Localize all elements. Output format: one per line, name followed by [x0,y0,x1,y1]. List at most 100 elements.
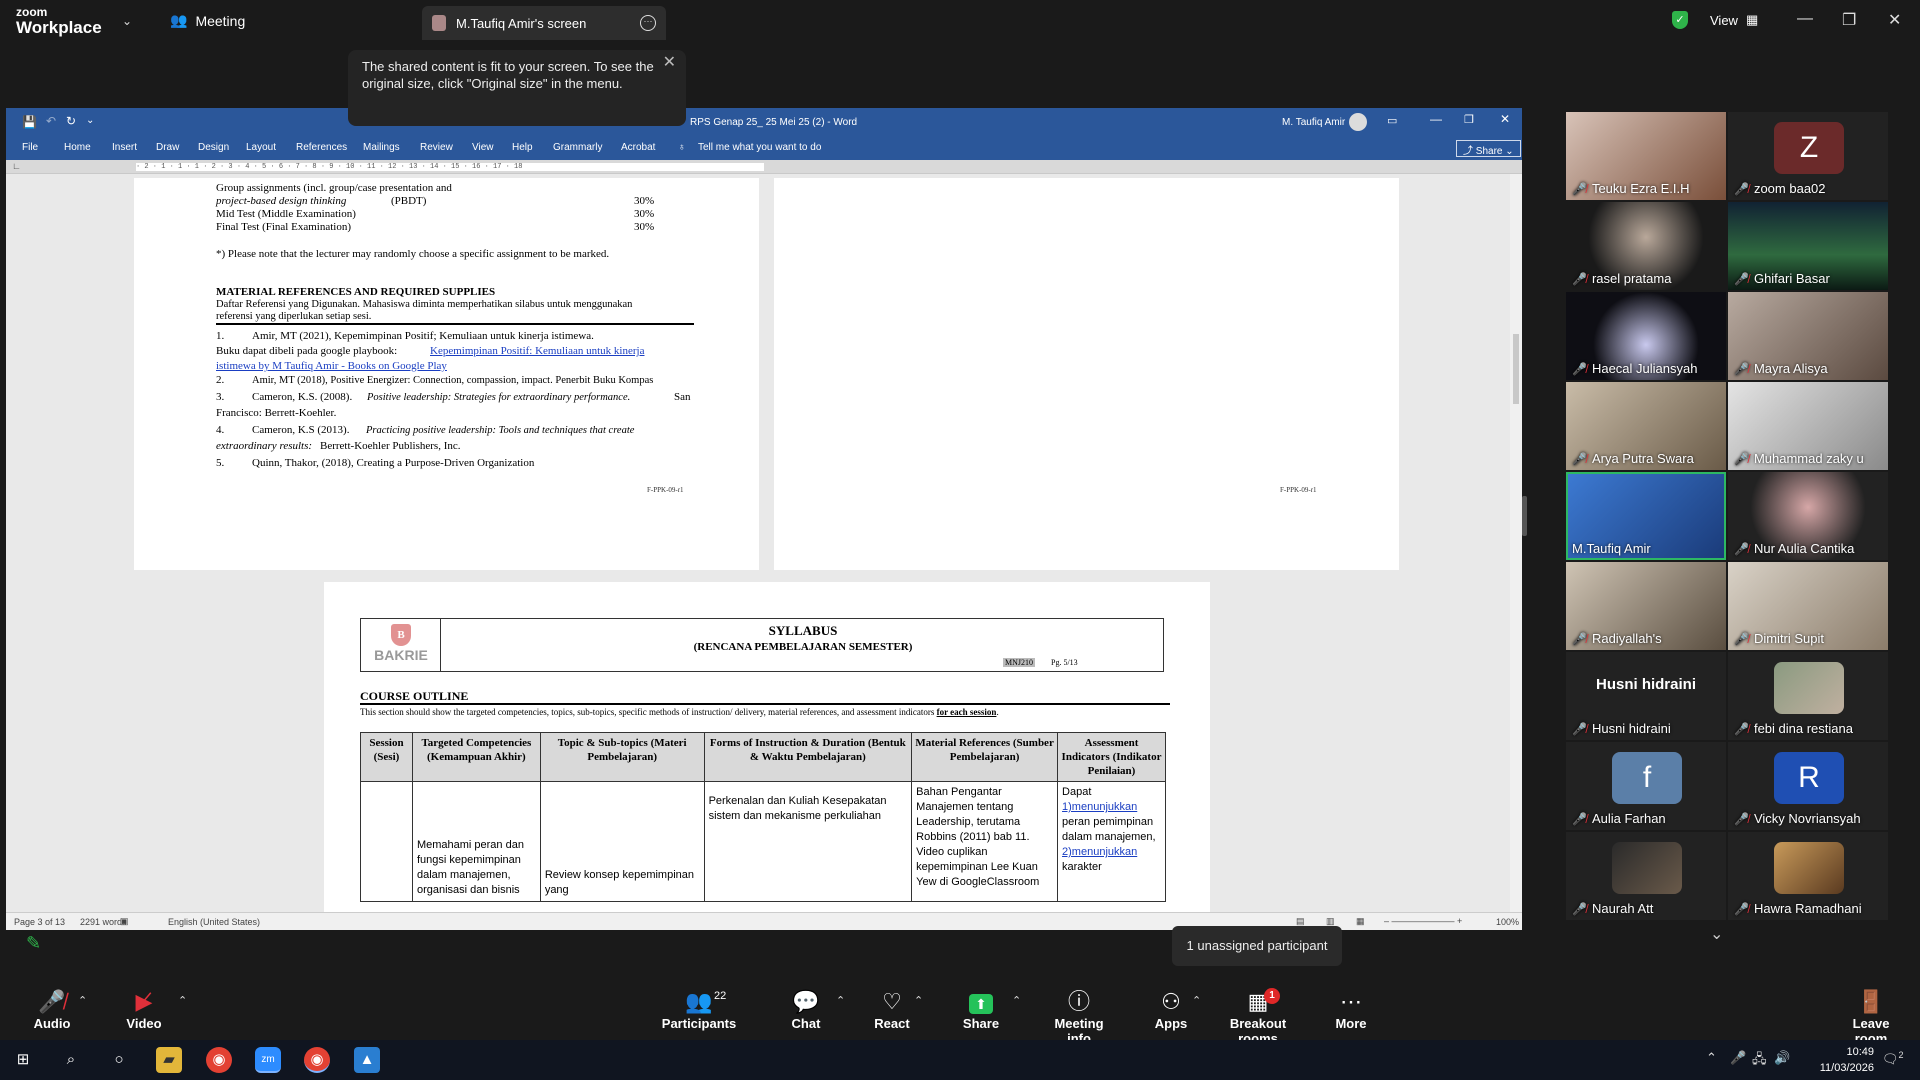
apps-button[interactable]: ⚇ Apps [1152,988,1190,1031]
notifications-icon[interactable]: 🗨2 [1882,1050,1904,1067]
video-options-caret-icon[interactable]: ⌃ [178,994,187,1007]
muted-mic-icon: 🎤̸ [1734,901,1749,916]
audio-options-caret-icon[interactable]: ⌃ [78,994,87,1007]
close-icon[interactable]: ✕ [1888,10,1901,30]
muted-mic-icon: 🎤̸ [1572,811,1587,826]
brand-line1: zoom [16,5,48,19]
network-icon[interactable]: 🖧 [1752,1050,1767,1072]
participant-big-name: Husni hidraini [1595,676,1696,693]
participants-label: Participants [661,1016,737,1031]
chrome-icon[interactable]: ◉ [206,1047,232,1073]
video-tile[interactable]: 🎤̸ Teuku Ezra E.I.H [1566,112,1726,200]
participant-avatar [1774,842,1844,894]
participant-name: Haecal Juliansyah [1591,361,1698,376]
view-button[interactable]: View ▦ [1710,12,1758,28]
video-tile[interactable]: 🎤̸ Ghifari Basar [1728,202,1888,290]
muted-mic-icon: 🎤̸ [1734,811,1749,826]
video-label: Video [126,1016,162,1031]
unassigned-participant-notice[interactable]: 1 unassigned participant [1172,926,1342,966]
shared-screen-tab[interactable]: M.Taufiq Amir's screen ··· [422,6,666,40]
video-tile[interactable]: Husni hidraini 🎤̸ Husni hidraini [1566,652,1726,740]
ref-1-link-line2: istimewa by M Taufiq Amir - Books on Goo… [216,360,447,372]
video-tile[interactable]: 🎤̸ Dimitri Supit [1728,562,1888,650]
photos-icon[interactable]: ▲ [354,1047,380,1073]
ref-2-text: Amir, MT (2018), Positive Energizer: Con… [252,375,654,386]
ribbon-tab-home: Home [64,142,91,153]
zoom-workplace-logo[interactable]: zoom Workplace [16,6,102,36]
video-tile[interactable]: 🎤̸ Haecal Juliansyah [1566,292,1726,380]
volume-icon[interactable]: 🔊 [1774,1050,1790,1066]
apps-icon: ⚇ [1161,989,1181,1014]
word-user-name: M. Taufiq Amir [1282,117,1346,128]
encryption-shield-icon[interactable]: ✓ [1672,11,1688,29]
video-tile[interactable]: 🎤̸ rasel pratama [1566,202,1726,290]
muted-mic-icon: 🎤̸ [1572,361,1587,376]
chat-button[interactable]: 💬 Chat [786,988,826,1031]
react-options-caret-icon[interactable]: ⌃ [914,994,923,1007]
document-page-syllabus: B BAKRIE SYLLABUS (RENCANA PEMBELAJARAN … [324,582,1210,922]
audio-button[interactable]: 🎤̸ Audio [30,988,74,1031]
ref-3-author: Cameron, K.S. (2008). [252,391,353,403]
presenter-avatar [432,15,446,31]
video-tile[interactable]: 🎤̸ Mayra Alisya [1728,292,1888,380]
word-minimize-icon: — [1430,112,1442,126]
meeting-controls-toolbar: 🎤̸ Audio ⌃ ▶̸ Video ⌃ 👥 22 Participants … [0,980,1920,1046]
grid-view-icon: ▦ [1745,12,1759,27]
people-icon: 👥 [170,12,188,28]
breakout-rooms-button[interactable]: ▦ 1 Breakout rooms [1214,988,1302,1046]
share-options-caret-icon[interactable]: ⌃ [1012,994,1021,1007]
close-tooltip-icon[interactable]: ✕ [663,54,676,71]
ruler-scale: · 2 · 1 · 1 · 1 · 2 · 3 · 4 · 5 · 6 · 7 … [136,163,764,171]
microphone-tray-icon[interactable]: 🎤 [1730,1050,1746,1066]
annotate-pen-icon[interactable]: ✎ [26,933,41,954]
chrome-profile-icon[interactable]: ◉ [304,1047,330,1073]
chevron-down-icon[interactable]: ⌄ [122,14,132,28]
assessment-link-1: 1)menunjukkan [1062,801,1138,813]
search-icon[interactable]: ⌕ [58,1047,84,1073]
windows-start-icon[interactable]: ⊞ [10,1047,36,1073]
chevron-down-icon[interactable]: ⌄ [1710,924,1723,944]
video-tile[interactable]: 🎤̸ Arya Putra Swara [1566,382,1726,470]
video-tile[interactable]: f 🎤̸ Aulia Farhan [1566,742,1726,830]
leave-room-button[interactable]: 🚪 Leave room [1838,988,1904,1046]
more-options-icon[interactable]: ··· [640,15,656,31]
video-tile[interactable]: 🎤̸ Radiyallah's [1566,562,1726,650]
share-button[interactable]: ⬆ Share [960,988,1002,1031]
cortana-icon[interactable]: ○ [106,1047,132,1073]
video-tile[interactable]: 🎤̸ Hawra Ramadhani [1728,832,1888,920]
video-tile[interactable]: 🎤̸ Muhammad zaky u [1728,382,1888,470]
lightbulb-icon: ♁ [678,142,686,153]
minimize-icon[interactable]: — [1797,10,1813,28]
show-hidden-icons[interactable]: ⌃ [1706,1050,1717,1066]
participant-name: Radiyallah's [1591,631,1662,646]
participant-name: Dimitri Supit [1753,631,1825,646]
video-tile[interactable]: 🎤̸ Naurah Att [1566,832,1726,920]
zoom-app-icon[interactable]: zm [255,1047,281,1073]
video-tile[interactable]: R 🎤̸ Vicky Novriansyah [1728,742,1888,830]
splitter-handle[interactable] [1522,496,1527,536]
video-tile[interactable]: Z 🎤̸ zoom baa02 [1728,112,1888,200]
video-tile-active-speaker[interactable]: M.Taufiq Amir [1566,472,1726,560]
more-button[interactable]: ⋯ More [1334,988,1368,1031]
react-icon: ♡ [882,989,902,1014]
ref-3-publisher: Francisco: Berrett-Koehler. [216,407,337,419]
taskbar-clock[interactable]: 10:49 11/03/2026 [1820,1044,1874,1076]
meeting-info-button[interactable]: ⓘ Meeting info [1042,988,1116,1046]
participants-count: 22 [714,990,727,1002]
word-user-avatar [1349,113,1367,131]
ribbon-tab-references: References [296,142,348,153]
video-button[interactable]: ▶̸ Video [122,988,166,1031]
restore-icon[interactable]: ❐ [1842,10,1856,30]
apps-options-caret-icon[interactable]: ⌃ [1192,994,1201,1007]
chat-options-caret-icon[interactable]: ⌃ [836,994,845,1007]
react-button[interactable]: ♡ React [870,988,914,1031]
horizontal-ruler: ∟ · 2 · 1 · 1 · 1 · 2 · 3 · 4 · 5 · 6 · … [6,160,1522,174]
muted-mic-icon: 🎤̸ [1572,451,1587,466]
video-tile[interactable]: 🎤̸ Nur Aulia Cantika [1728,472,1888,560]
participants-button[interactable]: 👥 22 Participants [660,988,738,1031]
meeting-tab[interactable]: 👥 Meeting [170,12,245,29]
file-explorer-icon[interactable]: ▰ [156,1047,182,1073]
header-session: Session (Sesi) [360,732,413,782]
video-tile[interactable]: 🎤̸ febi dina restiana [1728,652,1888,740]
share-label: Share [962,1016,1000,1031]
